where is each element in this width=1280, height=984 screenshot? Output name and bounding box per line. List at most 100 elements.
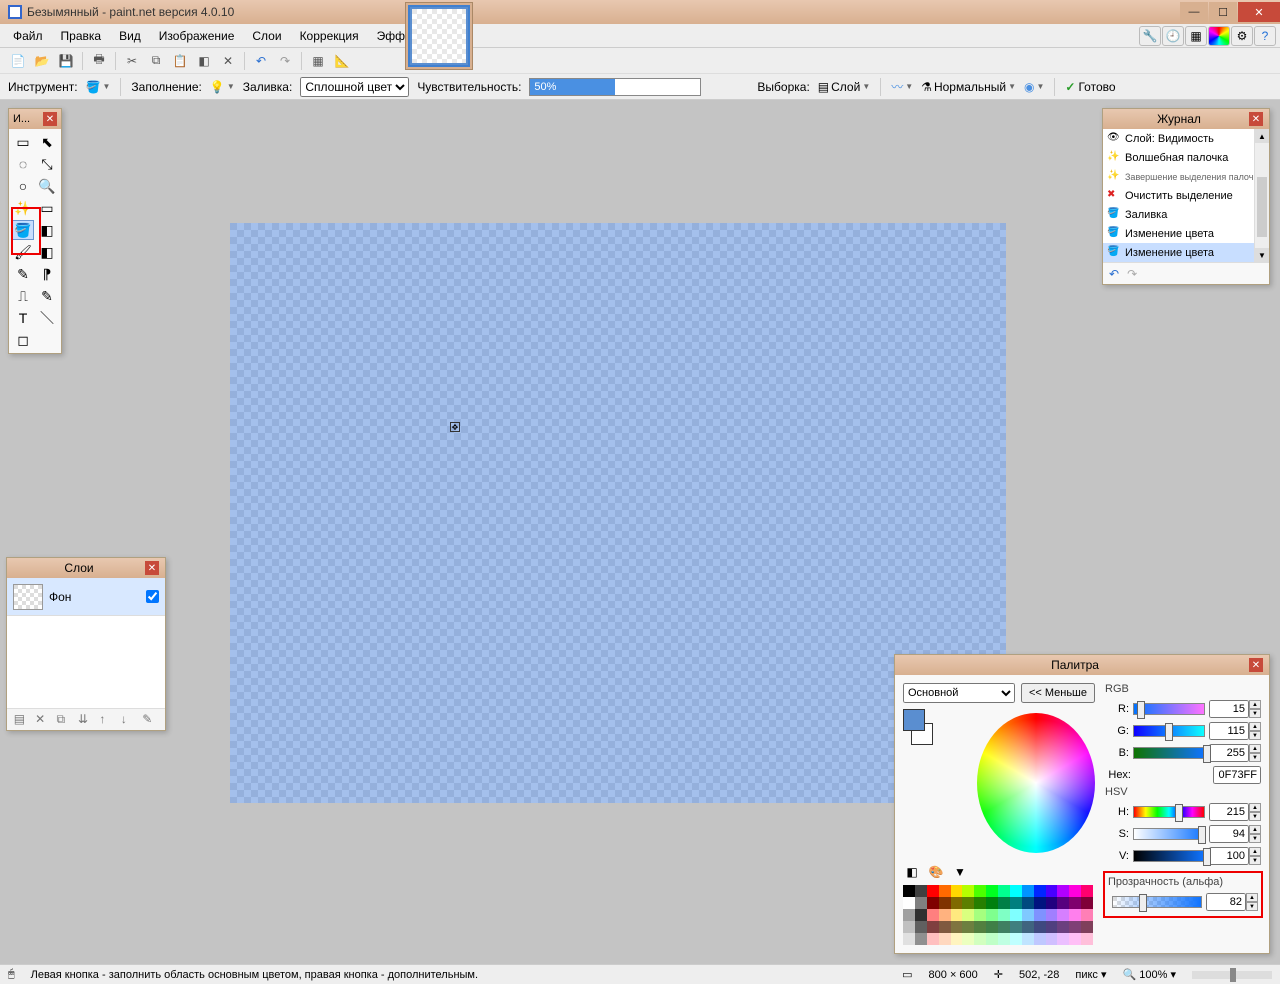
swatch[interactable] <box>1034 897 1046 909</box>
swatch[interactable] <box>915 909 927 921</box>
spin-up-icon[interactable]: ▲ <box>1249 744 1261 753</box>
v-input[interactable] <box>1209 847 1249 865</box>
swatch[interactable] <box>1010 909 1022 921</box>
swatch[interactable] <box>1057 885 1069 897</box>
swatch[interactable] <box>915 885 927 897</box>
tool-dropdown[interactable]: 🪣▼ <box>86 80 111 94</box>
color-source-select[interactable]: Основной <box>903 683 1015 703</box>
wand-tool[interactable]: ✨ <box>12 198 34 218</box>
swatch[interactable] <box>903 933 915 945</box>
menu-adjust[interactable]: Коррекция <box>291 26 368 46</box>
history-item[interactable]: ✨Волшебная палочка <box>1103 148 1269 167</box>
toolswin-toggle-icon[interactable]: 🔧 <box>1139 26 1161 46</box>
spin-down-icon[interactable]: ▼ <box>1246 902 1258 911</box>
s-slider[interactable] <box>1133 828 1205 840</box>
h-input[interactable] <box>1209 803 1249 821</box>
swatch[interactable] <box>1034 885 1046 897</box>
menu-image[interactable]: Изображение <box>150 26 244 46</box>
palette-menu-icon[interactable]: 🎨 <box>927 863 945 881</box>
swatch[interactable] <box>939 909 951 921</box>
menu-view[interactable]: Вид <box>110 26 150 46</box>
swatch[interactable] <box>986 921 998 933</box>
sampling-dropdown[interactable]: ▤ Слой ▼ <box>818 80 870 94</box>
history-item[interactable]: 🪣Заливка <box>1103 205 1269 224</box>
tolerance-slider[interactable]: 50% <box>529 78 701 96</box>
swatch[interactable] <box>1057 933 1069 945</box>
history-item[interactable]: ✖Очистить выделение <box>1103 186 1269 205</box>
swatch[interactable] <box>1081 921 1093 933</box>
swatch[interactable] <box>1022 921 1034 933</box>
swatch[interactable] <box>962 897 974 909</box>
swatch[interactable] <box>1069 933 1081 945</box>
clone-tool[interactable]: ⎍ <box>12 286 34 306</box>
swatch[interactable] <box>903 921 915 933</box>
swatch[interactable] <box>1034 909 1046 921</box>
swatch[interactable] <box>1069 921 1081 933</box>
swatch[interactable] <box>998 921 1010 933</box>
history-window-header[interactable]: Журнал ✕ <box>1103 109 1269 129</box>
swatch[interactable] <box>962 933 974 945</box>
swatch[interactable] <box>986 897 998 909</box>
help-icon[interactable]: ? <box>1254 26 1276 46</box>
spin-up-icon[interactable]: ▲ <box>1249 803 1261 812</box>
grid-icon[interactable]: ▦ <box>308 51 328 71</box>
swatch[interactable] <box>927 933 939 945</box>
swatch[interactable] <box>974 921 986 933</box>
swatch[interactable] <box>1010 897 1022 909</box>
historywin-toggle-icon[interactable]: 🕘 <box>1162 26 1184 46</box>
g-slider[interactable] <box>1133 725 1205 737</box>
add-swatch-icon[interactable]: ◧ <box>903 863 921 881</box>
gradient-tool[interactable]: ◧ <box>36 220 58 240</box>
canvas[interactable] <box>230 223 1006 803</box>
swatch[interactable] <box>915 897 927 909</box>
zoom-slider[interactable] <box>1192 971 1272 979</box>
new-icon[interactable]: 📄 <box>8 51 28 71</box>
swatch[interactable] <box>986 909 998 921</box>
swatch[interactable] <box>1034 933 1046 945</box>
close-button[interactable]: ✕ <box>1238 2 1280 22</box>
b-slider[interactable] <box>1133 747 1205 759</box>
swatch[interactable] <box>951 933 963 945</box>
tools-window-header[interactable]: И... ✕ <box>9 109 61 129</box>
swatch[interactable] <box>1046 921 1058 933</box>
b-input[interactable] <box>1209 744 1249 762</box>
history-window-close[interactable]: ✕ <box>1249 112 1263 126</box>
swatch-grid[interactable] <box>903 885 1093 945</box>
swatch[interactable] <box>998 909 1010 921</box>
paint-bucket-tool[interactable]: 🪣 <box>12 220 34 240</box>
alpha-input[interactable] <box>1206 893 1246 911</box>
unit-dropdown[interactable]: пикс ▾ <box>1075 968 1106 981</box>
r-input[interactable] <box>1209 700 1249 718</box>
swatch[interactable] <box>951 897 963 909</box>
fill-dropdown[interactable]: 💡▼ <box>210 80 235 94</box>
shapes2-tool[interactable] <box>36 330 58 350</box>
history-scrollbar[interactable]: ▲ ▼ <box>1254 129 1269 262</box>
scroll-thumb[interactable] <box>1257 177 1267 237</box>
swatch[interactable] <box>927 897 939 909</box>
swatch[interactable] <box>1081 885 1093 897</box>
alpha-slider[interactable] <box>1112 896 1202 908</box>
swatch[interactable] <box>927 909 939 921</box>
layer-row[interactable]: Фон <box>7 578 165 616</box>
layer-down-icon[interactable]: ↓ <box>121 712 137 728</box>
swatch[interactable] <box>1069 909 1081 921</box>
swatch[interactable] <box>974 933 986 945</box>
swatch[interactable] <box>1010 921 1022 933</box>
menu-layers[interactable]: Слои <box>243 26 290 46</box>
swatch[interactable] <box>974 885 986 897</box>
swatch[interactable] <box>1081 897 1093 909</box>
shapes-tool[interactable]: ◻ <box>12 330 34 350</box>
hex-input[interactable] <box>1213 766 1261 784</box>
swatch[interactable] <box>962 921 974 933</box>
maximize-button[interactable]: ☐ <box>1209 2 1237 22</box>
color-swatches[interactable] <box>903 709 933 745</box>
swatch[interactable] <box>951 909 963 921</box>
spin-down-icon[interactable]: ▼ <box>1249 731 1261 740</box>
tools-window-close[interactable]: ✕ <box>43 112 57 126</box>
settings-icon[interactable]: ⚙ <box>1231 26 1253 46</box>
swatch[interactable] <box>1057 921 1069 933</box>
colorpicker-tool[interactable]: ⁋ <box>36 264 58 284</box>
swatch[interactable] <box>962 909 974 921</box>
swatch[interactable] <box>1046 897 1058 909</box>
swatch[interactable] <box>1022 897 1034 909</box>
